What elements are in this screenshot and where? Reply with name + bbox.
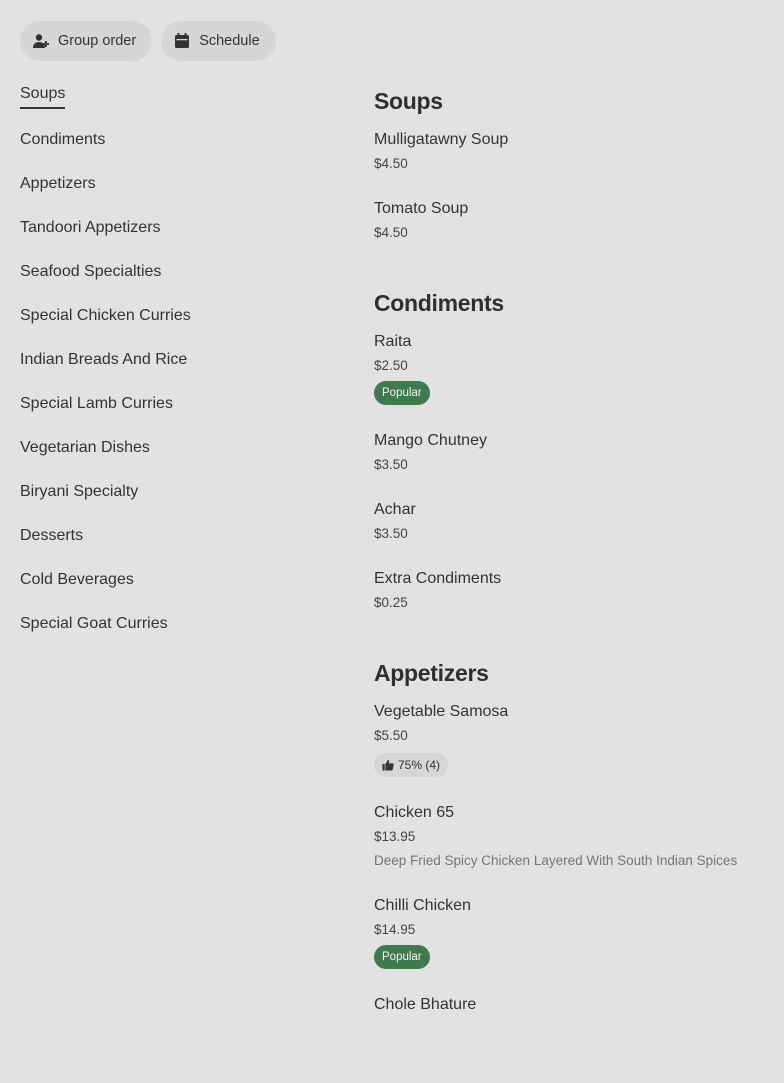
menu-item[interactable]: Mulligatawny Soup $4.50 [374, 130, 774, 173]
item-price: $5.50 [374, 728, 408, 743]
menu-item[interactable]: Raita $2.50 Popular [374, 332, 774, 405]
sidebar-item-label: Condiments [20, 131, 106, 148]
sidebar-item-desserts[interactable]: Desserts [20, 526, 320, 570]
group-order-label: Group order [58, 33, 137, 49]
menu-item[interactable]: Achar $3.50 [374, 500, 774, 543]
sidebar-item-appetizers[interactable]: Appetizers [20, 174, 320, 218]
item-name: Mulligatawny Soup [374, 131, 509, 148]
sidebar-item-label: Tandoori Appetizers [20, 219, 161, 236]
group-order-button[interactable]: Group order [20, 21, 153, 61]
item-name: Extra Condiments [374, 570, 502, 587]
item-price: $4.50 [374, 225, 408, 240]
sidebar-item-special-chicken-curries[interactable]: Special Chicken Curries [20, 306, 320, 350]
sidebar-item-label: Soups [20, 84, 66, 109]
sidebar-item-label: Special Lamb Curries [20, 395, 173, 412]
item-name: Tomato Soup [374, 200, 469, 217]
item-price: $13.95 [374, 829, 416, 844]
sidebar-item-label: Vegetarian Dishes [20, 439, 150, 456]
menu-item[interactable]: Chole Bhature [374, 995, 774, 1015]
menu-section-soups: Soups Mulligatawny Soup $4.50 Tomato Sou… [374, 86, 774, 242]
menu-list: Soups Mulligatawny Soup $4.50 Tomato Sou… [374, 86, 774, 1049]
item-name: Raita [374, 333, 412, 350]
menu-section-appetizers: Appetizers Vegetable Samosa $5.50 75% (4… [374, 658, 774, 1015]
sidebar-item-special-lamb-curries[interactable]: Special Lamb Curries [20, 394, 320, 438]
menu-item[interactable]: Tomato Soup $4.50 [374, 199, 774, 242]
sidebar-item-label: Desserts [20, 527, 84, 544]
item-price: $2.50 [374, 358, 408, 373]
top-actions: Group order Schedule [20, 21, 276, 61]
menu-item[interactable]: Extra Condiments $0.25 [374, 569, 774, 612]
category-sidebar: Soups Condiments Appetizers Tandoori App… [20, 84, 320, 658]
sidebar-item-condiments[interactable]: Condiments [20, 130, 320, 174]
rating-badge: 75% (4) [374, 753, 449, 777]
schedule-button[interactable]: Schedule [161, 21, 276, 61]
item-price: $0.25 [374, 595, 408, 610]
menu-item[interactable]: Chilli Chicken $14.95 Popular [374, 896, 774, 969]
sidebar-item-vegetarian-dishes[interactable]: Vegetarian Dishes [20, 438, 320, 482]
sidebar-item-label: Special Chicken Curries [20, 307, 191, 324]
item-name: Mango Chutney [374, 432, 487, 449]
add-person-icon [32, 32, 50, 50]
item-name: Chicken 65 [374, 804, 455, 821]
item-price: $3.50 [374, 526, 408, 541]
sidebar-item-label: Indian Breads And Rice [20, 351, 188, 368]
menu-item[interactable]: Chicken 65 $13.95 Deep Fried Spicy Chick… [374, 803, 774, 870]
popular-badge: Popular [374, 381, 430, 405]
item-name: Vegetable Samosa [374, 703, 509, 720]
section-title: Condiments [374, 290, 504, 316]
sidebar-item-label: Special Goat Curries [20, 615, 168, 632]
menu-item[interactable]: Mango Chutney $3.50 [374, 431, 774, 474]
item-price: $3.50 [374, 457, 408, 472]
item-price: $14.95 [374, 922, 416, 937]
sidebar-item-seafood-specialties[interactable]: Seafood Specialties [20, 262, 320, 306]
item-description: Deep Fried Spicy Chicken Layered With So… [374, 853, 738, 868]
sidebar-item-biryani-specialty[interactable]: Biryani Specialty [20, 482, 320, 526]
menu-section-condiments: Condiments Raita $2.50 Popular Mango Chu… [374, 288, 774, 612]
sidebar-item-label: Biryani Specialty [20, 483, 139, 500]
rating-text: 75% (4) [398, 758, 441, 772]
sidebar-item-special-goat-curries[interactable]: Special Goat Curries [20, 614, 320, 658]
popular-badge: Popular [374, 945, 430, 969]
item-price: $4.50 [374, 156, 408, 171]
item-name: Chole Bhature [374, 996, 477, 1013]
section-title: Appetizers [374, 660, 489, 686]
schedule-label: Schedule [199, 33, 260, 49]
sidebar-item-cold-beverages[interactable]: Cold Beverages [20, 570, 320, 614]
item-name: Chilli Chicken [374, 897, 471, 914]
sidebar-item-label: Seafood Specialties [20, 263, 162, 280]
thumbs-up-icon [382, 759, 394, 771]
item-name: Achar [374, 501, 416, 518]
sidebar-item-label: Cold Beverages [20, 571, 134, 588]
calendar-icon [173, 32, 191, 50]
sidebar-item-indian-breads-and-rice[interactable]: Indian Breads And Rice [20, 350, 320, 394]
section-title: Soups [374, 88, 443, 114]
menu-item[interactable]: Vegetable Samosa $5.50 75% (4) [374, 702, 774, 777]
sidebar-item-label: Appetizers [20, 175, 96, 192]
sidebar-item-tandoori-appetizers[interactable]: Tandoori Appetizers [20, 218, 320, 262]
sidebar-item-soups[interactable]: Soups [20, 84, 320, 130]
